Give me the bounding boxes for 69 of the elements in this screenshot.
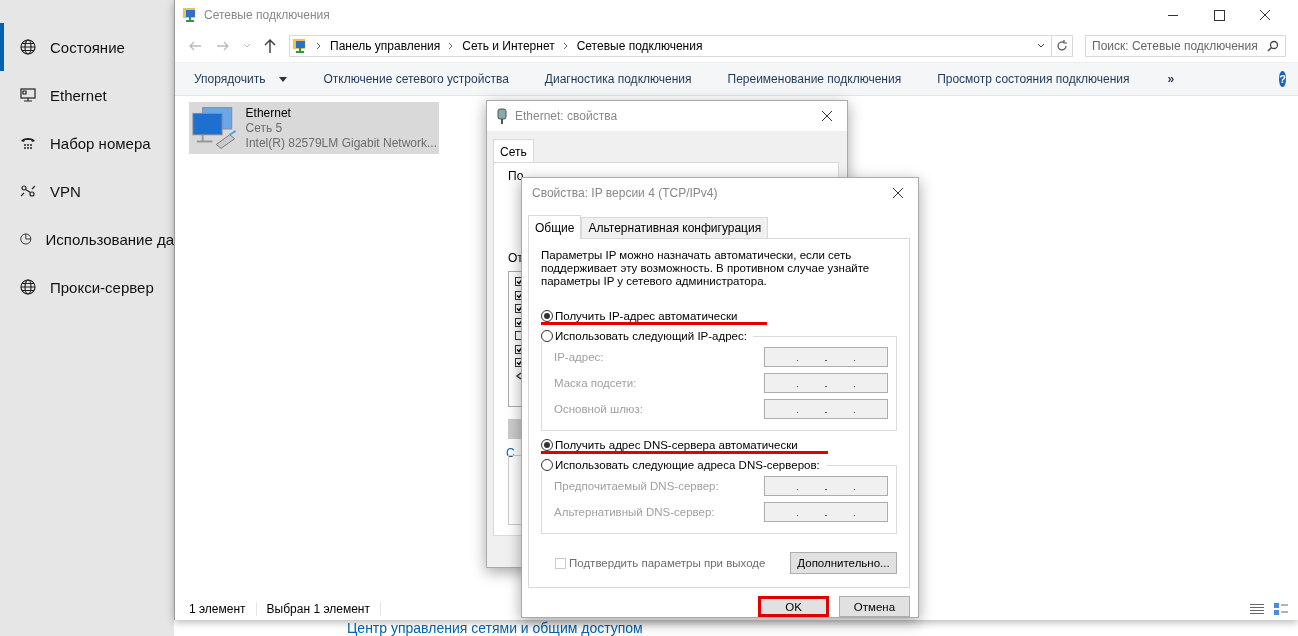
dialog-title: Ethernet: свойства — [515, 109, 618, 123]
dialog-button[interactable]: Отмена — [839, 596, 910, 617]
status-text: 1 элемент — [189, 602, 257, 616]
label-fragment: От — [508, 251, 523, 265]
network-folder-icon — [292, 38, 308, 54]
caret-icon — [279, 76, 288, 82]
network-adapter-icon — [191, 105, 238, 151]
overflow-button[interactable]: » — [1158, 68, 1184, 90]
phone-icon — [20, 135, 36, 151]
chevron-icon — [316, 42, 322, 50]
advanced-button[interactable]: Дополнительно... — [790, 552, 897, 574]
description-text: Параметры IP можно назначать автоматически, если сеть поддерживает эту возможность. В противном случае узнайте параметры IP у сетевого администратора. — [541, 249, 871, 288]
chevron-icon — [448, 42, 455, 50]
search-icon — [1267, 40, 1279, 52]
monitor-icon — [20, 87, 36, 103]
close-icon[interactable] — [892, 187, 904, 199]
nav-item[interactable]: Прокси-сервер — [0, 263, 174, 311]
address-bar[interactable]: Панель управления Сеть и Интернет Сетевые подключения — [289, 35, 1052, 57]
nav-item[interactable]: Ethernet — [0, 71, 174, 119]
field-label: Альтернативный DNS-сервер: — [554, 506, 715, 518]
tab[interactable]: Сеть — [493, 139, 534, 163]
window-title: Сетевые подключения — [204, 8, 330, 22]
ip-address-field[interactable] — [764, 373, 888, 393]
close-icon[interactable] — [821, 110, 833, 122]
ip-address-field[interactable] — [764, 502, 888, 522]
nav-item[interactable]: Набор номера — [0, 119, 174, 167]
network-center-link[interactable]: Центр управления сетями и общим доступом — [347, 620, 1298, 636]
connection-name: Ethernet — [245, 105, 292, 121]
breadcrumb-item[interactable]: Панель управления — [330, 39, 441, 53]
nav-item[interactable]: VPN — [0, 167, 174, 215]
details-view-icon[interactable] — [1250, 603, 1264, 615]
nav-item[interactable]: Использование да — [0, 215, 174, 263]
tiles-view-icon[interactable] — [1274, 603, 1288, 615]
tab[interactable]: Общие — [528, 215, 582, 239]
field-label: Основной шлюз: — [554, 403, 643, 415]
nav-item[interactable]: Состояние — [0, 23, 174, 71]
scroll-left-icon[interactable] — [515, 371, 523, 380]
chevron-icon — [562, 42, 569, 50]
globe-icon — [20, 39, 36, 55]
breadcrumb-item[interactable]: Сетевые подключения — [576, 39, 703, 53]
help-button[interactable]: ? — [1279, 71, 1286, 87]
network-adapter-icon — [497, 108, 507, 124]
pie-chart-icon — [20, 231, 32, 247]
command-button[interactable]: Отключение сетевого устройства — [314, 68, 518, 90]
connection-item[interactable]: Ethernet Сеть 5 Intel(R) 82579LM Gigabit Network... — [189, 102, 439, 154]
adapter-name: Intel(R) 82579LM Gigabit Network... — [245, 135, 437, 151]
command-button[interactable]: Упорядочить — [185, 68, 297, 90]
dialog-button[interactable]: OK — [758, 596, 829, 617]
search-field[interactable]: Поиск: Сетевые подключения — [1085, 35, 1286, 57]
caret-icon[interactable] — [1037, 43, 1045, 49]
ip-address-field[interactable] — [764, 476, 888, 496]
ip-address-field[interactable] — [764, 399, 888, 419]
field-label: Предпочитаемый DNS-сервер: — [554, 480, 719, 492]
globe-icon — [20, 279, 36, 295]
network-name: Сеть 5 — [245, 120, 284, 136]
field-label: IP-адрес: — [554, 351, 604, 363]
status-text: Выбран 1 элемент — [266, 602, 381, 616]
command-button[interactable]: Просмотр состояния подключения — [928, 68, 1139, 90]
vpn-icon — [20, 183, 36, 199]
command-button[interactable]: Диагностика подключения — [535, 68, 701, 90]
command-button[interactable]: Переименование подключения — [718, 68, 911, 90]
breadcrumb-item[interactable]: Сеть и Интернет — [462, 39, 555, 53]
dialog-title: Свойства: IP версии 4 (TCP/IPv4) — [532, 186, 718, 200]
refresh-icon[interactable] — [1051, 35, 1073, 57]
network-folder-icon — [182, 7, 198, 23]
field-label: Маска подсети: — [554, 377, 637, 389]
up-arrow-icon[interactable] — [263, 38, 277, 54]
tab[interactable]: Альтернативная конфигурация — [581, 217, 769, 238]
ip-address-field[interactable] — [764, 347, 888, 367]
